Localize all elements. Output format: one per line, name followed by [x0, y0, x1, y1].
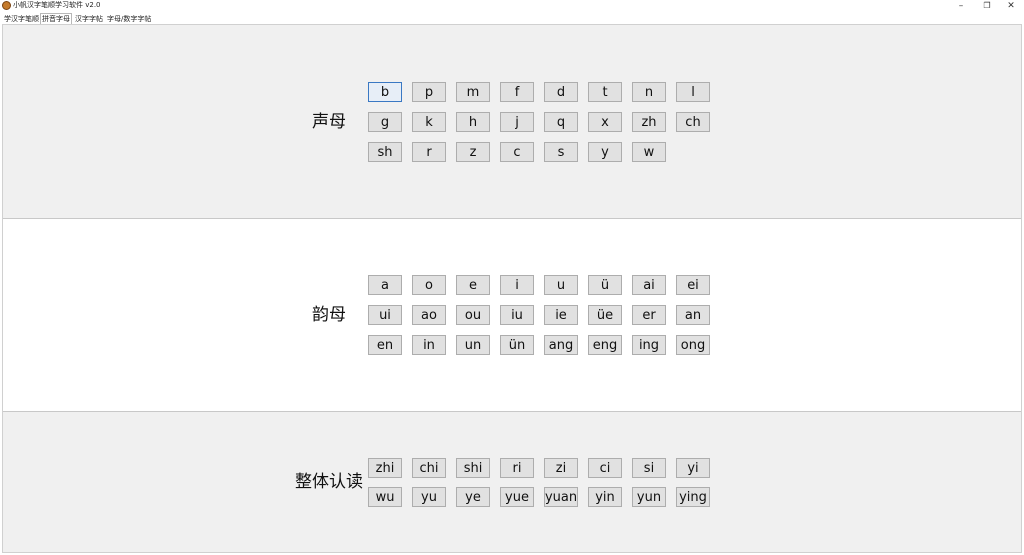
shengmu-button-sh[interactable]: sh	[368, 142, 402, 162]
yunmu-button-un[interactable]: un	[456, 335, 490, 355]
shengmu-button-f[interactable]: f	[500, 82, 534, 102]
yunmu-button-en[interactable]: en	[368, 335, 402, 355]
zhengti-button-ye[interactable]: ye	[456, 487, 490, 507]
shengmu-button-g[interactable]: g	[368, 112, 402, 132]
yunmu-button-u[interactable]: u	[544, 275, 578, 295]
shengmu-button-ch[interactable]: ch	[676, 112, 710, 132]
shengmu-button-r[interactable]: r	[412, 142, 446, 162]
zhengti-button-yuan[interactable]: yuan	[544, 487, 578, 507]
shengmu-button-z[interactable]: z	[456, 142, 490, 162]
zhengti-button-yi[interactable]: yi	[676, 458, 710, 478]
close-button[interactable]: ✕	[997, 0, 1024, 12]
yunmu-button-ie[interactable]: ie	[544, 305, 578, 325]
shengmu-button-k[interactable]: k	[412, 112, 446, 132]
zhengti-button-wu[interactable]: wu	[368, 487, 402, 507]
yunmu-button-iu[interactable]: iu	[500, 305, 534, 325]
yunmu-button-i[interactable]: i	[500, 275, 534, 295]
yunmu-button-ün[interactable]: ün	[500, 335, 534, 355]
zhengti-button-ying[interactable]: ying	[676, 487, 710, 507]
yunmu-button-an[interactable]: an	[676, 305, 710, 325]
zhengti-button-si[interactable]: si	[632, 458, 666, 478]
zhengti-button-shi[interactable]: shi	[456, 458, 490, 478]
app-icon	[2, 1, 11, 10]
shengmu-button-s[interactable]: s	[544, 142, 578, 162]
shengmu-button-m[interactable]: m	[456, 82, 490, 102]
title-bar: 小帆汉字笔顺学习软件 v2.0 – ❐ ✕	[0, 0, 1024, 12]
zhengti-panel: 整体认读 zhi chi shi ri zi ci si yi wu yu ye yue yuan yin…	[3, 412, 1021, 552]
yunmu-button-ong[interactable]: ong	[676, 335, 710, 355]
shengmu-button-j[interactable]: j	[500, 112, 534, 132]
zhengti-button-yue[interactable]: yue	[500, 487, 534, 507]
tab-stroke-order[interactable]: 学汉字笔顺	[3, 14, 40, 24]
yunmu-button-in[interactable]: in	[412, 335, 446, 355]
yunmu-button-ei[interactable]: ei	[676, 275, 710, 295]
zhengti-button-ri[interactable]: ri	[500, 458, 534, 478]
shengmu-title: 声母	[312, 112, 346, 132]
shengmu-button-zh[interactable]: zh	[632, 112, 666, 132]
yunmu-button-ui[interactable]: ui	[368, 305, 402, 325]
shengmu-button-p[interactable]: p	[412, 82, 446, 102]
shengmu-button-h[interactable]: h	[456, 112, 490, 132]
zhengti-title: 整体认读	[295, 472, 363, 492]
zhengti-button-zi[interactable]: zi	[544, 458, 578, 478]
shengmu-button-d[interactable]: d	[544, 82, 578, 102]
shengmu-button-y[interactable]: y	[588, 142, 622, 162]
shengmu-button-l[interactable]: l	[676, 82, 710, 102]
zhengti-button-chi[interactable]: chi	[412, 458, 446, 478]
yunmu-button-ao[interactable]: ao	[412, 305, 446, 325]
window-title: 小帆汉字笔顺学习软件 v2.0	[13, 1, 101, 9]
shengmu-button-q[interactable]: q	[544, 112, 578, 132]
yunmu-button-o[interactable]: o	[412, 275, 446, 295]
zhengti-button-yun[interactable]: yun	[632, 487, 666, 507]
yunmu-button-a[interactable]: a	[368, 275, 402, 295]
shengmu-button-x[interactable]: x	[588, 112, 622, 132]
yunmu-button-ü[interactable]: ü	[588, 275, 622, 295]
shengmu-button-n[interactable]: n	[632, 82, 666, 102]
yunmu-button-üe[interactable]: üe	[588, 305, 622, 325]
yunmu-button-ai[interactable]: ai	[632, 275, 666, 295]
yunmu-button-ing[interactable]: ing	[632, 335, 666, 355]
yunmu-button-er[interactable]: er	[632, 305, 666, 325]
zhengti-button-ci[interactable]: ci	[588, 458, 622, 478]
yunmu-panel: 韵母 a o e i u ü ai ei ui ao ou iu ie üe er an en in un ün ang…	[3, 219, 1021, 412]
yunmu-button-eng[interactable]: eng	[588, 335, 622, 355]
tab-bar: 学汉字笔顺 拼音字母 汉字字帖 字母/数字字帖	[0, 12, 1024, 25]
zhengti-button-yin[interactable]: yin	[588, 487, 622, 507]
zhengti-button-yu[interactable]: yu	[412, 487, 446, 507]
shengmu-button-b[interactable]: b	[368, 82, 402, 102]
zhengti-button-zhi[interactable]: zhi	[368, 458, 402, 478]
shengmu-panel: 声母 b p m f d t n l g k h j q x zh ch sh r z c s y w	[3, 25, 1021, 219]
tab-content: 声母 b p m f d t n l g k h j q x zh ch sh r z c s y w 韵母 aoeiuüa…	[2, 24, 1022, 553]
tab-letter-number-copybook[interactable]: 字母/数字字帖	[106, 14, 152, 24]
shengmu-button-c[interactable]: c	[500, 142, 534, 162]
tab-hanzi-copybook[interactable]: 汉字字帖	[74, 14, 104, 24]
yunmu-button-ou[interactable]: ou	[456, 305, 490, 325]
yunmu-button-ang[interactable]: ang	[544, 335, 578, 355]
yunmu-title: 韵母	[312, 305, 346, 325]
yunmu-button-e[interactable]: e	[456, 275, 490, 295]
shengmu-button-t[interactable]: t	[588, 82, 622, 102]
minimize-button[interactable]: –	[947, 0, 975, 12]
shengmu-button-w[interactable]: w	[632, 142, 666, 162]
